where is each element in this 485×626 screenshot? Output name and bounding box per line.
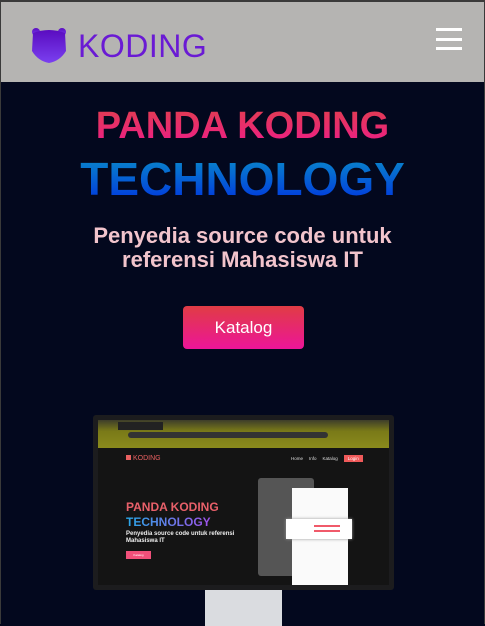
mock-title2: TECHNOLOGY — [126, 515, 211, 529]
hero-subtitle-text: Penyedia source code untuk referensi Mah… — [93, 223, 392, 272]
hero-subtitle: Penyedia source code untuk referensi Mah… — [1, 224, 484, 272]
mock-nav-info: Info — [309, 456, 317, 461]
monitor-mockup-image: KODING Home Info Katalog Login PANDA KOD… — [93, 415, 394, 590]
mock-title1: PANDA KODING — [126, 500, 219, 514]
monitor-stand — [205, 590, 282, 626]
brand-logo[interactable]: KODING — [30, 27, 207, 65]
mock-nav: Home Info Katalog Login — [291, 455, 363, 462]
mock-nav-home: Home — [291, 456, 304, 461]
mock-url-bar — [128, 432, 328, 438]
mock-subtitle: Penyedia source code untuk referensi Mah… — [126, 531, 235, 544]
mock-logo: KODING — [126, 455, 161, 462]
katalog-button[interactable]: Katalog — [183, 306, 304, 349]
mock-highlight-card — [286, 519, 352, 539]
hero-title-line2: TECHNOLOGY — [1, 152, 484, 206]
monitor-screen: KODING Home Info Katalog Login PANDA KOD… — [98, 420, 389, 585]
mock-nav-katalog: Katalog — [322, 456, 338, 461]
hero-title-line1: PANDA KODING — [1, 105, 484, 148]
bear-logo-icon — [32, 28, 66, 63]
navbar: KODING — [1, 2, 484, 82]
mock-browser-tab — [118, 422, 163, 430]
mock-brand: KODING — [133, 455, 161, 462]
mock-button: Katalog — [126, 551, 151, 559]
hamburger-icon[interactable] — [436, 28, 462, 50]
brand-name: KODING — [78, 27, 208, 64]
mock-login: Login — [343, 455, 363, 462]
